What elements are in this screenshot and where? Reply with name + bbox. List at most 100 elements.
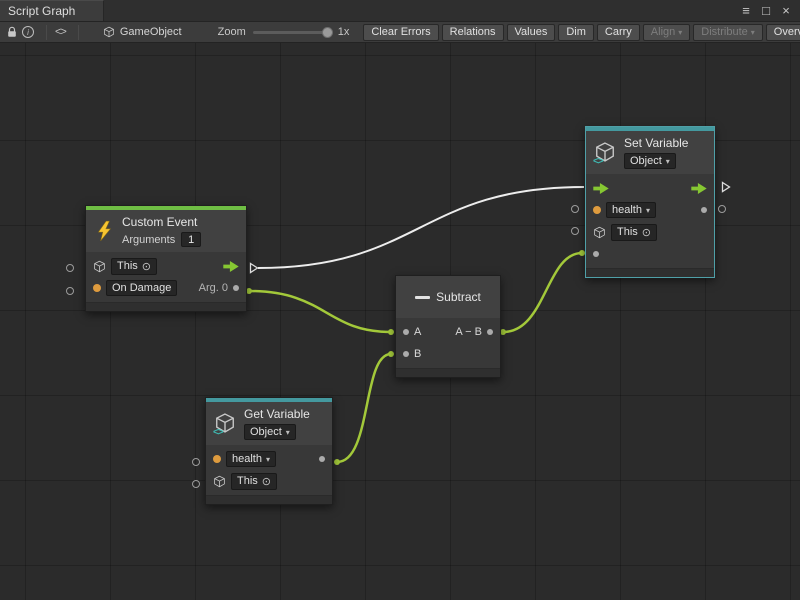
input-a-port[interactable] xyxy=(403,329,409,335)
variable-name-row: health ▾ xyxy=(586,199,714,221)
node-footer xyxy=(206,495,332,504)
chevron-down-icon: ▾ xyxy=(678,28,682,37)
get-variable-header[interactable]: <> Get Variable Object ▾ xyxy=(206,402,332,445)
carry-button[interactable]: Carry xyxy=(597,24,640,41)
node-footer xyxy=(396,368,500,377)
maximize-icon[interactable]: □ xyxy=(758,3,774,19)
variable-port-dot[interactable] xyxy=(213,455,221,463)
wire-endpoint xyxy=(388,329,394,335)
value-wire-arg0-to-subtract-a[interactable] xyxy=(249,291,391,332)
target-object-chip[interactable]: This ⊙ xyxy=(111,258,157,275)
minus-icon xyxy=(415,296,430,299)
zoom-slider-knob[interactable] xyxy=(322,27,333,38)
target-object-chip[interactable]: This ⊙ xyxy=(611,224,657,241)
arg0-output-port[interactable] xyxy=(233,285,239,291)
variable-port-dot[interactable] xyxy=(593,206,601,214)
input-b-port[interactable] xyxy=(403,351,409,357)
value-input-row xyxy=(586,243,714,265)
result-output-port[interactable] xyxy=(487,329,493,335)
set-variable-node[interactable]: <> Set Variable Object ▾ xyxy=(585,126,715,278)
clear-errors-button[interactable]: Clear Errors xyxy=(363,24,438,41)
zoom-slider[interactable] xyxy=(253,31,331,34)
node-title: Set Variable xyxy=(624,136,688,150)
value-output-port[interactable] xyxy=(701,207,707,213)
graph-toolbar: i <> GameObject Zoom 1x Clear Errors Rel… xyxy=(0,22,800,43)
window-controls: ≡ □ × xyxy=(738,0,800,21)
close-icon[interactable]: × xyxy=(778,3,794,19)
values-button[interactable]: Values xyxy=(507,24,556,41)
object-picker-icon[interactable]: ⊙ xyxy=(142,260,151,273)
zoom-value: 1x xyxy=(338,26,350,38)
event-name-chip[interactable]: On Damage xyxy=(106,280,177,296)
object-picker-icon[interactable]: ⊙ xyxy=(642,226,651,239)
subtract-header[interactable]: Subtract xyxy=(396,276,500,318)
lock-button[interactable] xyxy=(6,24,18,41)
get-variable-node[interactable]: <> Get Variable Object ▾ health ▾ xyxy=(205,397,333,505)
target-object-chip[interactable]: This ⊙ xyxy=(231,473,277,490)
overview-button[interactable]: Overview xyxy=(766,24,800,41)
input-b-row: B xyxy=(396,343,500,365)
flow-continuation-triangle[interactable] xyxy=(249,262,259,274)
get-variable-body: health ▾ This ⊙ xyxy=(206,445,332,495)
variable-name-dropdown[interactable]: health ▾ xyxy=(606,202,656,218)
variable-name-row: health ▾ xyxy=(206,448,332,470)
lightning-icon xyxy=(94,220,116,242)
info-button[interactable]: i xyxy=(22,24,34,41)
custom-event-header[interactable]: Custom Event Arguments 1 xyxy=(86,210,246,252)
set-variable-head-text: Set Variable Object ▾ xyxy=(624,136,688,169)
value-wire-getvariable-to-subtract-b[interactable] xyxy=(337,354,391,462)
variable-scope-dropdown[interactable]: Object ▾ xyxy=(624,153,676,169)
set-variable-right-port[interactable] xyxy=(718,205,726,213)
input-a-label: A xyxy=(414,326,421,338)
set-variable-left-port[interactable] xyxy=(571,227,579,235)
menu-icon[interactable]: ≡ xyxy=(738,3,754,19)
value-input-port[interactable] xyxy=(593,251,599,257)
variable-cube-icon: <> xyxy=(214,412,238,436)
value-output-port[interactable] xyxy=(319,456,325,462)
wire-endpoint xyxy=(388,351,394,357)
gameobject-label: GameObject xyxy=(120,26,182,38)
subtract-node[interactable]: Subtract A A − B B xyxy=(395,275,501,378)
input-a-row: A A − B xyxy=(396,321,500,343)
custom-event-left-port[interactable] xyxy=(66,287,74,295)
distribute-button[interactable]: Distribute ▾ xyxy=(693,24,762,41)
flow-output-port[interactable] xyxy=(691,183,707,194)
chevron-down-icon: ▾ xyxy=(751,28,755,37)
get-variable-head-text: Get Variable Object ▾ xyxy=(244,407,310,440)
tab-script-graph[interactable]: Script Graph xyxy=(0,0,104,21)
zoom-label: Zoom xyxy=(218,26,246,38)
set-variable-left-port[interactable] xyxy=(571,205,579,213)
flow-input-port[interactable] xyxy=(593,183,609,194)
set-variable-body: health ▾ This ⊙ xyxy=(586,174,714,268)
chevron-down-icon: ▾ xyxy=(266,455,270,464)
align-button[interactable]: Align ▾ xyxy=(643,24,690,41)
info-icon: i xyxy=(22,26,34,38)
value-wire-subtract-to-setvariable[interactable] xyxy=(503,253,582,332)
dim-button[interactable]: Dim xyxy=(558,24,594,41)
arg0-label: Arg. 0 xyxy=(199,282,228,294)
variable-name-dropdown[interactable]: health ▾ xyxy=(226,451,276,467)
flow-row xyxy=(586,177,714,199)
event-row: On Damage Arg. 0 xyxy=(86,277,246,299)
gameobject-selector[interactable]: GameObject xyxy=(103,26,182,38)
get-variable-left-port[interactable] xyxy=(192,458,200,466)
custom-event-node[interactable]: Custom Event Arguments 1 This ⊙ xyxy=(85,205,247,312)
code-view-button[interactable]: <> xyxy=(55,24,66,41)
flow-wire-customevent-to-setvariable[interactable] xyxy=(258,187,584,268)
custom-event-left-port[interactable] xyxy=(66,264,74,272)
variable-scope-dropdown[interactable]: Object ▾ xyxy=(244,424,296,440)
relations-button[interactable]: Relations xyxy=(442,24,504,41)
flow-continuation-triangle[interactable] xyxy=(721,181,731,193)
flow-output-port[interactable] xyxy=(223,261,239,272)
event-port-dot[interactable] xyxy=(93,284,101,292)
node-title: Get Variable xyxy=(244,407,310,421)
object-picker-icon[interactable]: ⊙ xyxy=(262,475,271,488)
cube-icon xyxy=(213,475,226,488)
arguments-count-field[interactable]: 1 xyxy=(181,232,201,247)
get-variable-left-port[interactable] xyxy=(192,480,200,488)
title-bar: Script Graph ≡ □ × xyxy=(0,0,800,22)
set-variable-header[interactable]: <> Set Variable Object ▾ xyxy=(586,131,714,174)
graph-canvas[interactable]: Custom Event Arguments 1 This ⊙ xyxy=(0,43,800,600)
target-row: This ⊙ xyxy=(86,255,246,277)
node-title: Custom Event xyxy=(122,215,197,229)
